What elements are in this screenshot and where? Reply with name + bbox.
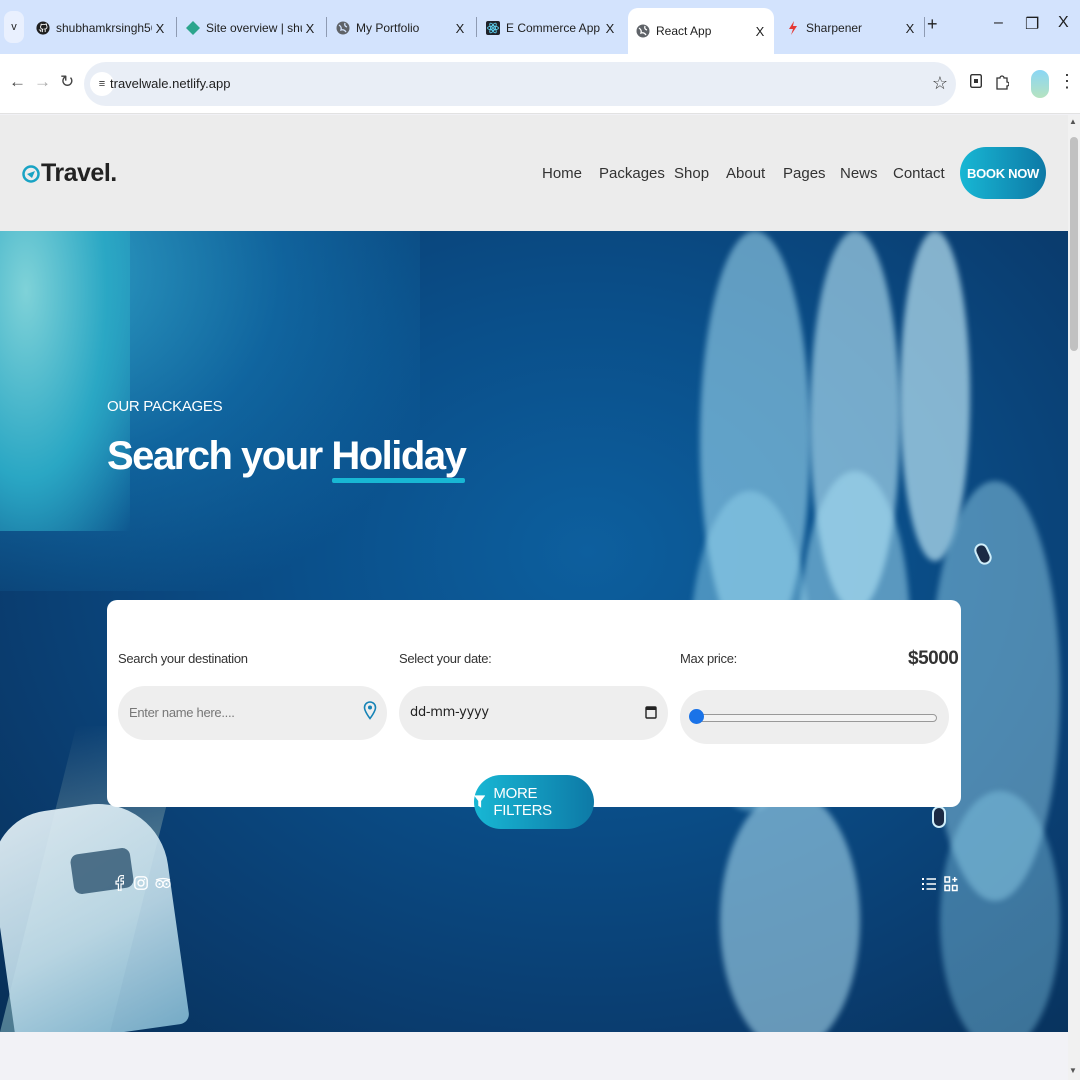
facebook-icon[interactable] [111, 874, 127, 892]
url-text[interactable]: travelwale.netlify.app [110, 76, 230, 91]
close-window-button[interactable]: X [1058, 14, 1069, 32]
browser-menu-icon[interactable]: ⋮ [1058, 71, 1076, 92]
tab-close-button[interactable]: X [152, 21, 168, 36]
more-filters-label: MORE FILTERS [493, 785, 552, 819]
tab-sharpener[interactable]: Sharpener X [778, 8, 924, 48]
more-filters-button[interactable]: MORE FILTERS [474, 775, 594, 829]
tab-close-button[interactable]: X [452, 21, 468, 36]
netlify-icon [186, 21, 200, 35]
scroll-down-arrow[interactable]: ▼ [1069, 1066, 1077, 1075]
slider-track[interactable] [697, 714, 937, 722]
date-input[interactable]: dd-mm-yyyy [399, 686, 668, 740]
scroll-up-arrow[interactable]: ▲ [1069, 117, 1077, 126]
tab-close-button[interactable]: X [302, 21, 318, 36]
globe-icon [336, 21, 350, 35]
date-label: Select your date: [399, 651, 492, 666]
restore-button[interactable]: ❐ [1025, 14, 1039, 34]
wake-trail [900, 231, 970, 561]
nav-pages[interactable]: Pages [783, 165, 826, 182]
nav-home[interactable]: Home [542, 165, 582, 182]
forward-arrow-icon[interactable]: → [34, 72, 51, 92]
instagram-icon[interactable] [133, 874, 149, 892]
tab-close-button[interactable]: X [752, 24, 768, 39]
scrollbar-thumb[interactable] [1070, 137, 1078, 351]
globe-plane-icon [22, 164, 40, 183]
tab-separator [176, 17, 177, 37]
tab-separator [476, 17, 477, 37]
tab-react-app-active[interactable]: React App X [628, 8, 774, 54]
social-links [111, 874, 171, 892]
extensions-icon[interactable] [995, 74, 1010, 93]
destination-input[interactable]: Enter name here.... [118, 686, 387, 740]
list-view-icon[interactable] [921, 874, 937, 894]
tab-separator [924, 17, 925, 37]
sharpener-icon [786, 21, 800, 35]
nav-shop[interactable]: Shop [674, 165, 709, 182]
nav-contact[interactable]: Contact [893, 165, 945, 182]
tab-title: shubhamkrsingh565/portfo [56, 21, 152, 35]
tab-github[interactable]: shubhamkrsingh565/portfo X [28, 8, 174, 48]
hero-eyebrow: OUR PACKAGES [107, 398, 223, 415]
logo-text: Travel. [41, 159, 117, 187]
github-icon [36, 21, 50, 35]
date-value: dd-mm-yyyy [410, 705, 489, 720]
nav-about[interactable]: About [726, 165, 765, 182]
destination-label: Search your destination [118, 651, 248, 666]
hero-section: OUR PACKAGES Search your Holiday Search … [0, 231, 1068, 1032]
nav-news[interactable]: News [840, 165, 878, 182]
react-icon [486, 21, 500, 35]
hero-yacht [0, 794, 191, 1032]
nav-packages[interactable]: Packages [599, 165, 665, 182]
browser-tab-bar: v shubhamkrsingh565/portfo X Site overvi… [0, 0, 1080, 54]
next-section [0, 1032, 1068, 1080]
reload-icon[interactable]: ↻ [60, 72, 74, 92]
slider-thumb[interactable] [689, 709, 704, 724]
tab-close-button[interactable]: X [902, 21, 918, 36]
tab-close-button[interactable]: X [602, 21, 618, 36]
cast-icon[interactable] [969, 73, 983, 91]
tab-title: Sharpener [806, 21, 863, 35]
tripadvisor-icon[interactable] [155, 874, 171, 892]
tab-separator [326, 17, 327, 37]
hero-coastline [0, 231, 130, 531]
address-bar[interactable]: ≡ travelwale.netlify.app ☆ [84, 62, 956, 106]
view-toggles [921, 874, 959, 894]
location-pin-icon [363, 701, 377, 720]
tab-netlify[interactable]: Site overview | shubhamkr X [178, 8, 324, 48]
price-value: $5000 [908, 648, 959, 669]
calendar-icon[interactable] [645, 705, 657, 719]
site-logo[interactable]: Travel. [22, 159, 117, 188]
book-now-button[interactable]: BOOK NOW [960, 147, 1046, 199]
grid-view-icon[interactable] [943, 874, 959, 894]
jetski [932, 806, 946, 828]
price-label: Max price: [680, 651, 737, 666]
hero-title-highlight: Holiday [331, 434, 467, 483]
site-header: Travel. Home Packages Shop About Pages N… [0, 115, 1068, 231]
destination-placeholder: Enter name here.... [129, 705, 235, 720]
globe-icon [636, 24, 650, 38]
bookmark-star-icon[interactable]: ☆ [932, 73, 948, 94]
profile-avatar[interactable] [1031, 70, 1049, 98]
back-arrow-icon[interactable]: ← [9, 72, 26, 92]
browser-toolbar: ← → ↻ ≡ travelwale.netlify.app ☆ ⋮ [0, 54, 1080, 114]
tab-ecommerce[interactable]: E Commerce App X [478, 8, 624, 48]
tab-title: E Commerce App [506, 21, 601, 35]
tab-search-button[interactable]: v [4, 11, 24, 43]
tab-title: My Portfolio [356, 21, 420, 35]
tab-my-portfolio[interactable]: My Portfolio X [328, 8, 474, 48]
tab-title: Site overview | shubhamkr [206, 21, 302, 35]
wake-trail [720, 791, 860, 1032]
hero-title-part1: Search your [107, 434, 323, 478]
new-tab-button[interactable]: + [927, 14, 938, 35]
filter-icon [474, 795, 486, 808]
tab-title: React App [656, 24, 712, 38]
minimize-button[interactable]: – [994, 14, 1003, 32]
hero-title: Search your Holiday [107, 434, 467, 483]
max-price-slider[interactable] [680, 690, 949, 744]
